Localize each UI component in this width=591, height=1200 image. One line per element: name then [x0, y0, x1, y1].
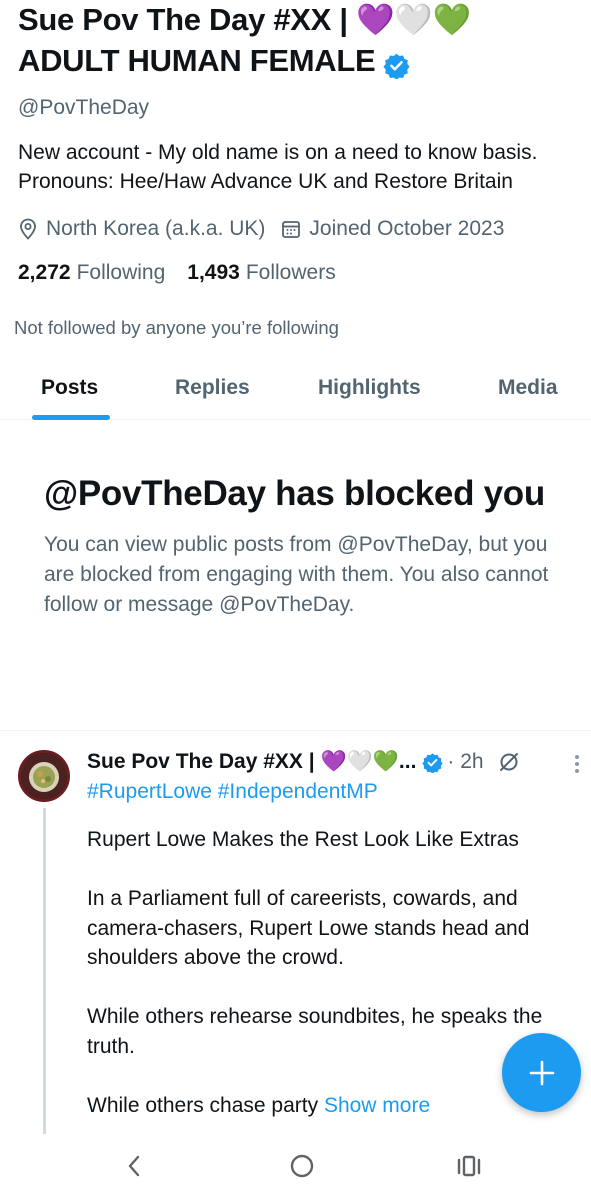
verified-badge-icon: [422, 752, 444, 773]
grok-icon[interactable]: [498, 751, 520, 773]
followers-label: Followers: [245, 261, 336, 284]
compose-button[interactable]: [502, 1033, 581, 1112]
tab-highlights[interactable]: Highlights: [318, 376, 421, 400]
profile-meta: North Korea (a.k.a. UK) Joined October 2…: [18, 214, 583, 244]
tab-replies[interactable]: Replies: [175, 376, 250, 400]
home-circle-icon[interactable]: [289, 1152, 315, 1180]
not-followed-text: Not followed by anyone you’re following: [14, 317, 339, 338]
profile-header: Sue Pov The Day #XX | 💜🤍💚 ADULT HUMAN FE…: [18, 0, 583, 288]
post-author[interactable]: Sue Pov The Day #XX | 💜🤍💚...: [87, 746, 416, 778]
post-time: · 2h: [447, 750, 484, 773]
verified-badge-icon[interactable]: [383, 47, 410, 80]
blocked-body: You can view public posts from @PovTheDa…: [44, 533, 549, 616]
profile-handle: @PovTheDay: [18, 96, 150, 119]
back-chevron-icon[interactable]: [124, 1152, 144, 1180]
active-tab-indicator: [32, 415, 110, 420]
follow-stats: 2,272 Following 1,493 Followers: [18, 258, 583, 288]
post-text: Rupert Lowe Makes the Rest Look Like Ext…: [87, 828, 543, 1117]
tab-media[interactable]: Media: [498, 376, 558, 400]
profile-name-line1: Sue Pov The Day #XX | 💜🤍💚: [18, 2, 471, 37]
profile-name-line2: ADULT HUMAN FEMALE: [18, 39, 583, 82]
following-count: 2,272: [18, 261, 71, 284]
system-nav-bar: [0, 1140, 591, 1200]
followers-count: 1,493: [187, 261, 240, 284]
post-header: Sue Pov The Day #XX | 💜🤍💚... · 2h: [87, 746, 587, 778]
location-pin-icon: [20, 218, 36, 240]
following-link[interactable]: 2,272 Following: [18, 258, 165, 288]
recents-icon[interactable]: [456, 1152, 482, 1180]
tab-posts[interactable]: Posts: [41, 376, 98, 400]
bio-line2: Pronouns: Hee/Haw Advance UK and Restore…: [18, 170, 513, 193]
more-vertical-icon[interactable]: [574, 754, 580, 774]
followers-link[interactable]: 1,493 Followers: [187, 258, 335, 288]
plus-icon: [529, 1060, 554, 1085]
following-label: Following: [76, 261, 166, 284]
divider: [0, 730, 591, 731]
profile-location: North Korea (a.k.a. UK): [46, 217, 266, 240]
bio-line1: New account - My old name is on a need t…: [18, 141, 538, 164]
profile-joined: Joined October 2023: [309, 217, 505, 240]
profile-tabs: Posts Replies Highlights Media: [0, 360, 591, 420]
blocked-title: @PovTheDay has blocked you: [44, 474, 545, 513]
show-more-link[interactable]: Show more: [324, 1094, 430, 1117]
post-hashtags[interactable]: #RupertLowe #IndependentMP: [87, 778, 587, 806]
avatar[interactable]: [18, 750, 70, 802]
blocked-notice: @PovTheDay has blocked you You can view …: [44, 470, 564, 620]
profile-name-text: ADULT HUMAN FEMALE: [18, 43, 376, 78]
profile-bio: New account - My old name is on a need t…: [18, 138, 583, 196]
calendar-icon: [282, 221, 301, 238]
thread-line: [43, 808, 46, 1134]
